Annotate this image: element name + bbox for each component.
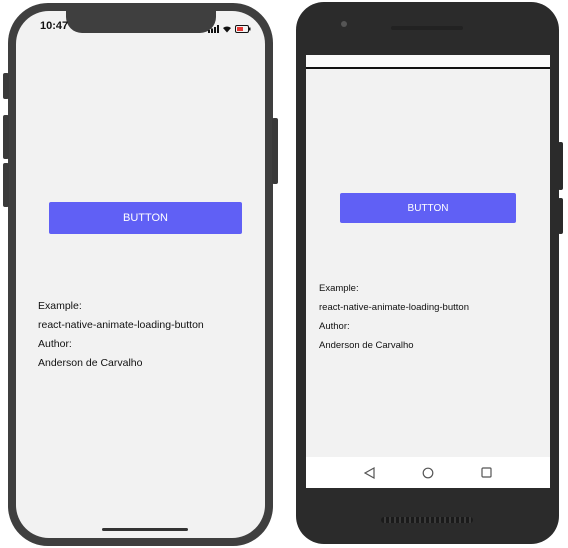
example-value: react-native-animate-loading-button: [38, 319, 204, 331]
volume-up-button: [3, 115, 9, 159]
mute-switch: [3, 73, 9, 99]
power-button: [272, 118, 278, 184]
loading-button[interactable]: BUTTON: [49, 202, 242, 234]
android-screen: BUTTON Example: react-native-animate-loa…: [306, 55, 550, 488]
navigation-bar: [306, 457, 550, 488]
android-device-frame: BUTTON Example: react-native-animate-loa…: [296, 2, 563, 544]
example-label: Example:: [319, 283, 359, 294]
power-button: [558, 142, 563, 190]
wifi-icon: [222, 20, 232, 38]
earpiece-speaker: [391, 26, 463, 30]
example-value: react-native-animate-loading-button: [319, 302, 469, 313]
loading-button[interactable]: BUTTON: [340, 193, 516, 223]
bottom-speaker: [381, 517, 473, 523]
front-camera: [341, 21, 347, 27]
volume-down-button: [3, 163, 9, 207]
author-value: Anderson de Carvalho: [319, 340, 414, 351]
volume-button: [558, 198, 563, 234]
status-time: 10:47: [40, 20, 69, 32]
back-triangle-icon[interactable]: [364, 466, 375, 479]
home-indicator[interactable]: [102, 528, 188, 531]
author-value: Anderson de Carvalho: [38, 357, 143, 369]
loading-button-label: BUTTON: [407, 202, 449, 214]
status-bar: [306, 55, 550, 69]
info-section: Example: react-native-animate-loading-bu…: [319, 279, 469, 355]
loading-button-label: BUTTON: [122, 212, 169, 224]
example-label: Example:: [38, 300, 82, 312]
notch: [66, 11, 216, 33]
info-section: Example: react-native-animate-loading-bu…: [38, 297, 204, 373]
iphone-device-frame: 10:47 BUTTON Example: react-native-anima…: [3, 3, 278, 546]
author-label: Author:: [319, 321, 350, 332]
battery-icon: [235, 20, 251, 38]
recents-square-icon[interactable]: [481, 467, 492, 478]
home-circle-icon[interactable]: [422, 467, 434, 479]
author-label: Author:: [38, 338, 72, 350]
signal-icon: [208, 20, 219, 38]
ios-screen: 10:47 BUTTON Example: react-native-anima…: [16, 11, 265, 538]
status-icons: [208, 20, 251, 38]
